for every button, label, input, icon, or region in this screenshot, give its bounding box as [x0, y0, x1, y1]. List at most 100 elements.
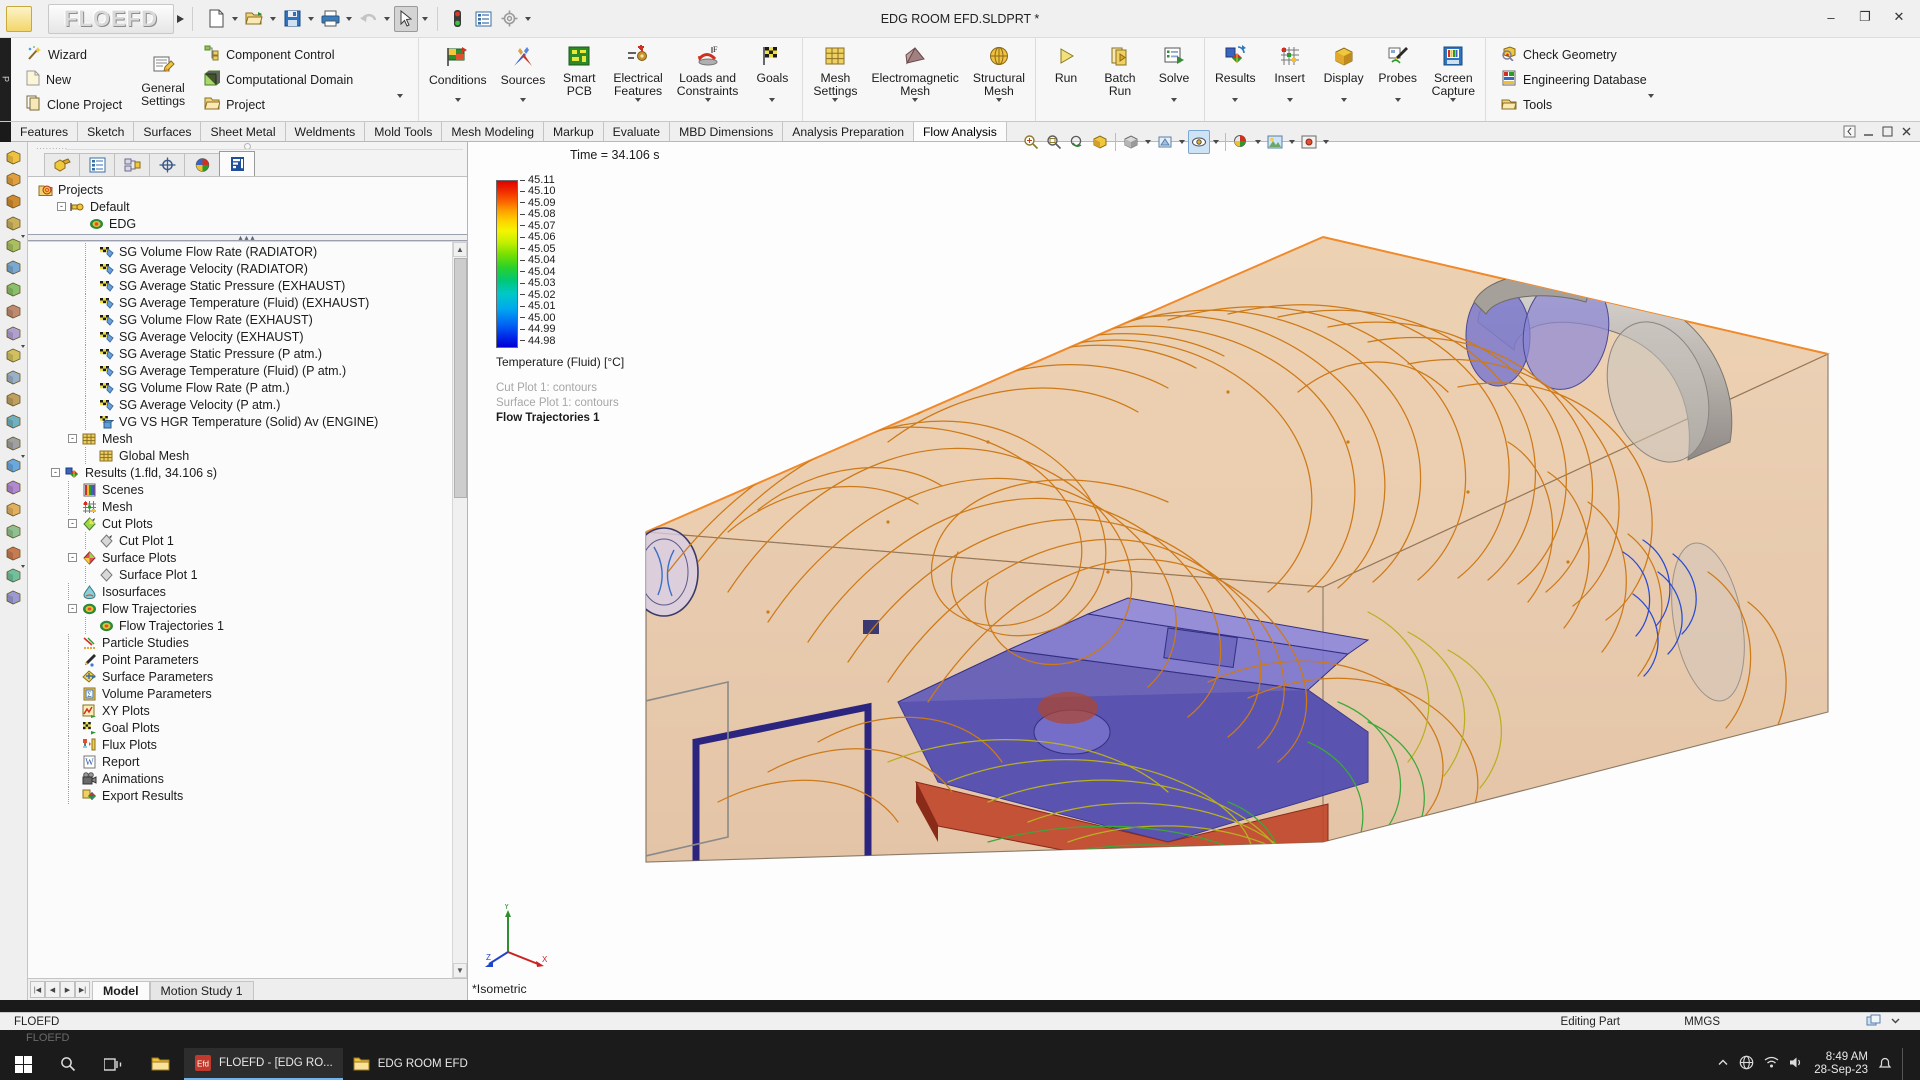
split-icon[interactable]: [2, 542, 26, 563]
goals-dropdown[interactable]: [769, 98, 776, 116]
restore-down-icon[interactable]: [1861, 124, 1876, 139]
tree-item-sg-average-velocity-radiator[interactable]: SG Average Velocity (RADIATOR): [28, 260, 467, 277]
scroll-thumb[interactable]: [454, 258, 467, 498]
tree-item-mesh[interactable]: Mesh: [28, 498, 467, 515]
draft-icon[interactable]: [2, 388, 26, 409]
tree-expander[interactable]: -: [51, 468, 60, 477]
view-orientation-dropdown[interactable]: [1143, 130, 1153, 154]
rib-icon[interactable]: [2, 366, 26, 387]
tree-item-report[interactable]: W Report: [28, 753, 467, 770]
tree-item-isosurfaces[interactable]: Isosurfaces: [28, 583, 467, 600]
sources-dropdown[interactable]: [519, 98, 526, 116]
extruded-cut-icon[interactable]: [2, 234, 26, 255]
tools-button[interactable]: Tools: [1495, 92, 1660, 117]
goals-button[interactable]: Goals: [745, 41, 799, 119]
show-desktop-button[interactable]: [1902, 1048, 1908, 1080]
dimxpert-manager-tab[interactable]: [149, 153, 185, 176]
clone-project-button[interactable]: Clone Project: [20, 92, 128, 117]
property-manager-tab[interactable]: [79, 153, 115, 176]
tab-analysis-preparation[interactable]: Analysis Preparation: [783, 122, 914, 141]
swept-cut-icon[interactable]: [2, 300, 26, 321]
scroll-down-button[interactable]: ▼: [453, 963, 467, 978]
first-tab-button[interactable]: |◀: [30, 981, 45, 998]
tab-surfaces[interactable]: Surfaces: [134, 122, 202, 141]
tree-item-animations[interactable]: Animations: [28, 770, 467, 787]
search-icon[interactable]: [46, 1048, 90, 1080]
tree-item-xy-plots[interactable]: XY Plots: [28, 702, 467, 719]
tree-item-mesh[interactable]: - Mesh: [28, 430, 467, 447]
computational-domain-button[interactable]: Computational Domain: [198, 67, 409, 92]
tree-item-sg-volume-flow-rate-p-atm[interactable]: SG Volume Flow Rate (P atm.): [28, 379, 467, 396]
screen-capture-button[interactable]: Screen Capture: [1425, 41, 1482, 119]
tree-item-sg-volume-flow-rate-exhaust[interactable]: SG Volume Flow Rate (EXHAUST): [28, 311, 467, 328]
structural-mesh-dropdown[interactable]: [995, 98, 1002, 116]
network-icon[interactable]: [1764, 1056, 1779, 1072]
maximize-window-icon[interactable]: [1880, 124, 1895, 139]
tree-item-point-parameters[interactable]: Point Parameters: [28, 651, 467, 668]
tree-item-sg-average-velocity-p-atm[interactable]: SG Average Velocity (P atm.): [28, 396, 467, 413]
tree-item-sg-average-temperature-fluid-p-atm[interactable]: SG Average Temperature (Fluid) (P atm.): [28, 362, 467, 379]
shell-icon[interactable]: [2, 410, 26, 431]
notification-icon[interactable]: [1878, 1056, 1892, 1073]
tree-item-sg-average-static-pressure-p-atm[interactable]: SG Average Static Pressure (P atm.): [28, 345, 467, 362]
conditions-dropdown[interactable]: [454, 98, 461, 116]
hole-wizard-icon[interactable]: [2, 256, 26, 277]
file-explorer-icon[interactable]: [137, 1048, 184, 1080]
tab-features[interactable]: Features: [11, 122, 79, 141]
tree-expander[interactable]: -: [57, 202, 66, 211]
reference-geometry-icon[interactable]: [2, 454, 26, 475]
tree-item-results-1-fld-34-106-s[interactable]: - Results (1.fld, 34.106 s): [28, 464, 467, 481]
tree-item-surface-parameters[interactable]: Surface Parameters: [28, 668, 467, 685]
probes-dropdown[interactable]: [1394, 98, 1401, 116]
scroll-up-button[interactable]: ▲: [453, 242, 467, 257]
view-orientation-icon[interactable]: [1120, 130, 1142, 154]
tools-dropdown-caret[interactable]: [1648, 93, 1655, 112]
solve-button[interactable]: Solve: [1147, 41, 1201, 119]
solve-dropdown[interactable]: [1171, 98, 1177, 116]
insert-button[interactable]: Insert: [1263, 41, 1317, 119]
graphics-viewport[interactable]: Time = 34.106 s 45.11 45.10 45.09 45.08 45.0…: [468, 142, 1920, 1000]
results-button[interactable]: Results: [1208, 41, 1263, 119]
general-settings-button[interactable]: General Settings: [134, 38, 192, 121]
taskbar-clock[interactable]: 8:49 AM 28-Sep-23: [1814, 1051, 1868, 1077]
display-style-dropdown[interactable]: [1177, 130, 1187, 154]
tree-item-flow-trajectories-1[interactable]: Flow Trajectories 1: [28, 617, 467, 634]
tab-flow-analysis[interactable]: Flow Analysis: [913, 122, 1007, 141]
status-units[interactable]: MMGS: [1684, 1016, 1720, 1028]
task-view-icon[interactable]: [90, 1048, 137, 1080]
structural-mesh-button[interactable]: Structural Mesh: [966, 41, 1032, 119]
minimize-button[interactable]: –: [1814, 4, 1848, 30]
smart-pcb-button[interactable]: Smart PCB: [552, 41, 606, 119]
close-document-icon[interactable]: [1899, 124, 1914, 139]
undo-button[interactable]: [356, 6, 380, 32]
tree-item-cut-plot-1[interactable]: Cut Plot 1: [28, 532, 467, 549]
tree-item-surface-plots[interactable]: - Surface Plots: [28, 549, 467, 566]
tree-item-cut-plots[interactable]: - Cut Plots: [28, 515, 467, 532]
maximize-button[interactable]: ❐: [1848, 4, 1882, 30]
save-dropdown[interactable]: [305, 6, 317, 32]
select-tool-dropdown[interactable]: [419, 6, 431, 32]
tree-item-goal-plots[interactable]: Goal Plots: [28, 719, 467, 736]
tree-expander[interactable]: -: [68, 434, 77, 443]
configuration-manager-tab[interactable]: [114, 153, 150, 176]
component-control-button[interactable]: Component Control: [198, 42, 409, 67]
new-document-dropdown[interactable]: [229, 6, 241, 32]
previous-view-icon[interactable]: [1066, 130, 1088, 154]
tree-item-global-mesh[interactable]: Global Mesh: [28, 447, 467, 464]
tree-node-default[interactable]: - Default: [32, 198, 467, 215]
display-dropdown[interactable]: [1340, 98, 1347, 116]
edit-appearance-icon[interactable]: [1230, 130, 1252, 154]
tree-item-sg-volume-flow-rate-radiator[interactable]: SG Volume Flow Rate (RADIATOR): [28, 243, 467, 260]
tab-mbd-dimensions[interactable]: MBD Dimensions: [670, 122, 784, 141]
engineering-database-button[interactable]: Engineering Database: [1495, 67, 1660, 92]
lofted-boss-icon[interactable]: [2, 212, 26, 233]
revolved-cut-icon[interactable]: [2, 278, 26, 299]
save-button[interactable]: [280, 6, 304, 32]
last-tab-button[interactable]: ▶|: [75, 981, 90, 998]
display-manager-tab[interactable]: [184, 153, 220, 176]
run-button[interactable]: Run: [1039, 41, 1093, 119]
tab-markup[interactable]: Markup: [543, 122, 604, 141]
select-tool-button[interactable]: [394, 5, 418, 32]
project-dropdown-caret[interactable]: [397, 93, 403, 112]
previous-tab-button[interactable]: ◀: [45, 981, 60, 998]
